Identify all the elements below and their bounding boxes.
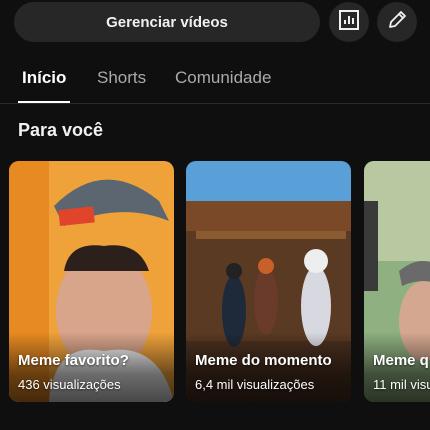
active-tab-indicator [18, 101, 70, 103]
video-title: Meme q gosta [373, 352, 430, 369]
section-title: Para você [18, 120, 104, 140]
tab-shorts[interactable]: Shorts [97, 68, 146, 88]
analytics-icon [338, 9, 360, 36]
video-views: 6,4 mil visualizações [195, 377, 315, 392]
analytics-button[interactable] [329, 2, 369, 42]
video-views: 436 visualizações [18, 377, 121, 392]
manage-videos-label: Gerenciar vídeos [106, 13, 228, 31]
video-title: Meme do momento [195, 352, 332, 369]
pencil-icon [386, 9, 408, 36]
channel-tabs: Início Shorts Comunidade [0, 56, 430, 104]
tab-inicio[interactable]: Início [22, 68, 66, 88]
video-card[interactable]: Meme do momento 6,4 mil visualizações [186, 161, 351, 402]
video-views: 11 mil visualizações [373, 377, 430, 392]
video-card[interactable]: Meme favorito? 436 visualizações [9, 161, 174, 402]
tab-comunidade[interactable]: Comunidade [175, 68, 271, 88]
edit-button[interactable] [377, 2, 417, 42]
manage-videos-button[interactable]: Gerenciar vídeos [14, 2, 320, 42]
video-title: Meme favorito? [18, 352, 129, 369]
channel-page: Gerenciar vídeos Início Shorts Comunidad… [0, 0, 430, 430]
video-card[interactable]: Meme q gosta 11 mil visualizações [364, 161, 430, 402]
